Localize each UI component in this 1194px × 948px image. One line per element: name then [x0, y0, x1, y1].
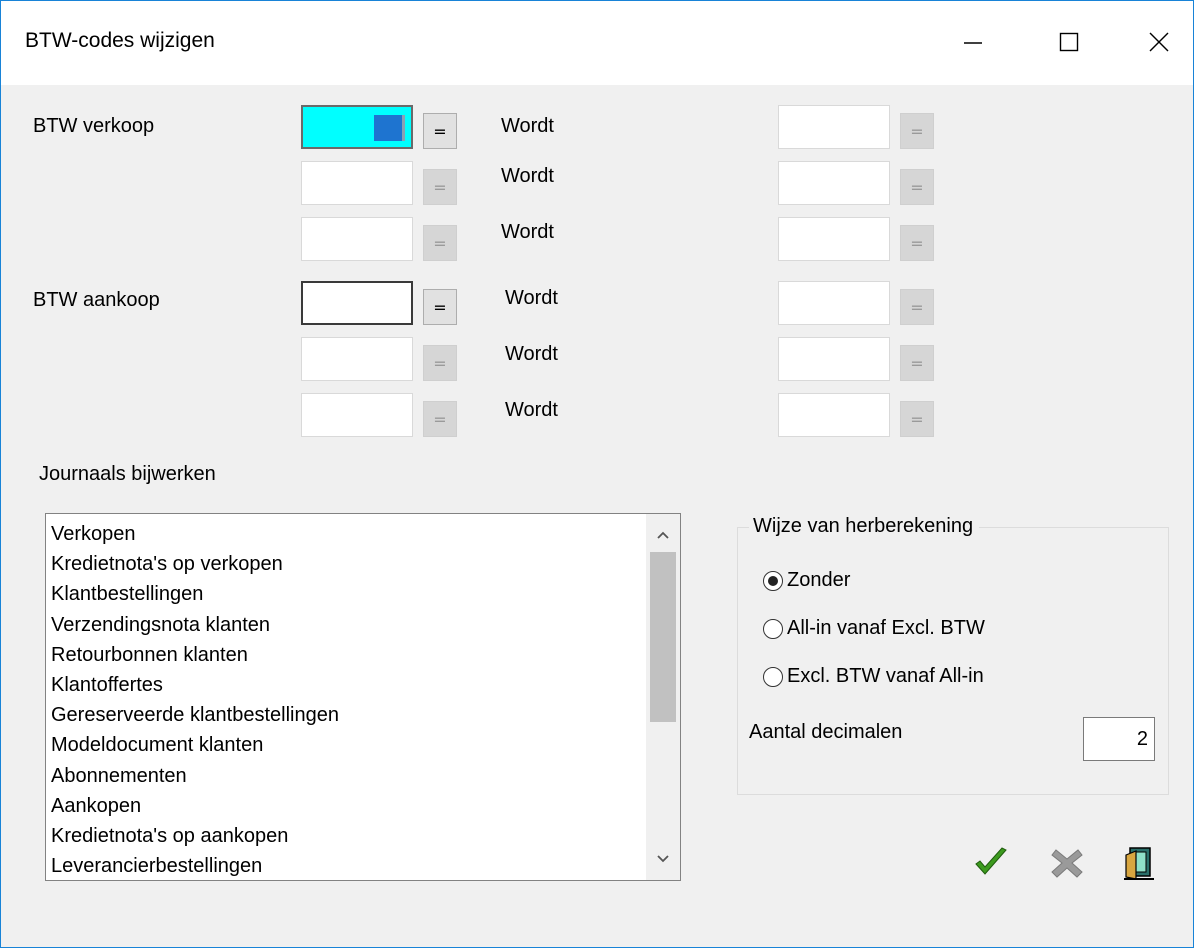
- radio-label: Zonder: [787, 569, 851, 591]
- btw-verkoop-to-lookup-3[interactable]: =: [900, 225, 934, 261]
- scroll-thumb[interactable]: [650, 552, 676, 722]
- list-item[interactable]: Gereserveerde klantbestellingen: [51, 701, 680, 731]
- btw-aankoop-lookup-1[interactable]: =: [423, 289, 457, 325]
- radio-unselected-icon: [763, 666, 783, 687]
- btw-verkoop-to-lookup-2[interactable]: =: [900, 169, 934, 205]
- list-item[interactable]: Aankopen: [51, 792, 680, 822]
- btw-aankoop-to-lookup-2[interactable]: =: [900, 345, 934, 381]
- radio-label: Excl. BTW vanaf All-in: [787, 665, 984, 687]
- btw-verkoop-to-lookup-1[interactable]: =: [900, 113, 934, 149]
- btw-aankoop-to-lookup-3[interactable]: =: [900, 401, 934, 437]
- radio-unselected-icon: [763, 618, 783, 639]
- radio-all-in-vanaf-excl[interactable]: All-in vanaf Excl. BTW: [763, 617, 985, 640]
- chevron-up-icon: [657, 531, 669, 539]
- list-item[interactable]: Retourbonnen klanten: [51, 641, 680, 671]
- minimize-icon: [964, 42, 982, 44]
- list-item[interactable]: Leverancierbestellingen: [51, 852, 680, 880]
- btw-aankoop-from-3[interactable]: [301, 393, 413, 437]
- radio-label: All-in vanaf Excl. BTW: [787, 617, 985, 639]
- btw-verkoop-from-3[interactable]: [301, 217, 413, 261]
- list-item[interactable]: Modeldocument klanten: [51, 731, 680, 761]
- wordt-label: Wordt: [501, 165, 554, 187]
- close-button[interactable]: [1131, 17, 1187, 67]
- list-item[interactable]: Kredietnota's op aankopen: [51, 822, 680, 852]
- btw-aankoop-from-2[interactable]: [301, 337, 413, 381]
- list-item[interactable]: Verkopen: [51, 520, 680, 550]
- wordt-label: Wordt: [505, 343, 558, 365]
- btw-verkoop-lookup-1[interactable]: =: [423, 113, 457, 149]
- btw-verkoop-to-3[interactable]: [778, 217, 890, 261]
- exit-door-icon: [1124, 847, 1154, 880]
- btw-verkoop-to-2[interactable]: [778, 161, 890, 205]
- btw-aankoop-to-3[interactable]: [778, 393, 890, 437]
- confirm-button[interactable]: [971, 843, 1011, 883]
- journals-listbox[interactable]: Verkopen Kredietnota's op verkopen Klant…: [45, 513, 681, 881]
- btw-aankoop-to-lookup-1[interactable]: =: [900, 289, 934, 325]
- btw-verkoop-from-1[interactable]: [301, 105, 413, 149]
- recalc-group-label: Wijze van herberekening: [749, 515, 980, 538]
- radio-zonder[interactable]: Zonder: [763, 569, 850, 592]
- exit-button[interactable]: [1119, 843, 1159, 883]
- decimals-input[interactable]: 2: [1083, 717, 1155, 761]
- dialog-window: BTW-codes wijzigen BTW verkoop = Wordt =…: [0, 0, 1194, 948]
- radio-selected-icon: [763, 570, 783, 591]
- chevron-down-icon: [657, 855, 669, 863]
- wordt-label: Wordt: [505, 287, 558, 309]
- vertical-scrollbar[interactable]: [646, 514, 680, 880]
- btw-verkoop-from-2[interactable]: [301, 161, 413, 205]
- cancel-button[interactable]: [1047, 843, 1087, 883]
- radio-excl-vanaf-all-in[interactable]: Excl. BTW vanaf All-in: [763, 665, 984, 688]
- wordt-label: Wordt: [501, 115, 554, 137]
- btw-aankoop-label: BTW aankoop: [33, 289, 160, 311]
- scroll-down-button[interactable]: [646, 844, 680, 874]
- cancel-x-icon: [1051, 849, 1083, 878]
- list-item[interactable]: Klantbestellingen: [51, 580, 680, 610]
- btw-aankoop-to-2[interactable]: [778, 337, 890, 381]
- wordt-label: Wordt: [505, 399, 558, 421]
- list-item[interactable]: Abonnementen: [51, 762, 680, 792]
- decimals-label: Aantal decimalen: [749, 721, 903, 743]
- checkmark-icon: [975, 847, 1007, 875]
- text-cursor: [374, 115, 405, 141]
- btw-verkoop-lookup-3[interactable]: =: [423, 225, 457, 261]
- btw-aankoop-from-1[interactable]: [301, 281, 413, 325]
- list-item[interactable]: Klantoffertes: [51, 671, 680, 701]
- btw-aankoop-lookup-2[interactable]: =: [423, 345, 457, 381]
- close-icon: [1149, 32, 1169, 52]
- wordt-label: Wordt: [501, 221, 554, 243]
- btw-verkoop-to-1[interactable]: [778, 105, 890, 149]
- btw-aankoop-to-1[interactable]: [778, 281, 890, 325]
- list-item[interactable]: Kredietnota's op verkopen: [51, 550, 680, 580]
- btw-verkoop-label: BTW verkoop: [33, 115, 155, 137]
- maximize-button[interactable]: [1041, 17, 1097, 67]
- scroll-up-button[interactable]: [646, 520, 680, 550]
- btw-verkoop-lookup-2[interactable]: =: [423, 169, 457, 205]
- journals-label: Journaals bijwerken: [39, 463, 216, 485]
- title-bar[interactable]: BTW-codes wijzigen: [1, 1, 1193, 85]
- btw-aankoop-lookup-3[interactable]: =: [423, 401, 457, 437]
- list-item[interactable]: Verzendingsnota klanten: [51, 611, 680, 641]
- maximize-icon: [1059, 32, 1079, 52]
- window-title: BTW-codes wijzigen: [25, 29, 215, 52]
- minimize-button[interactable]: [945, 17, 1001, 67]
